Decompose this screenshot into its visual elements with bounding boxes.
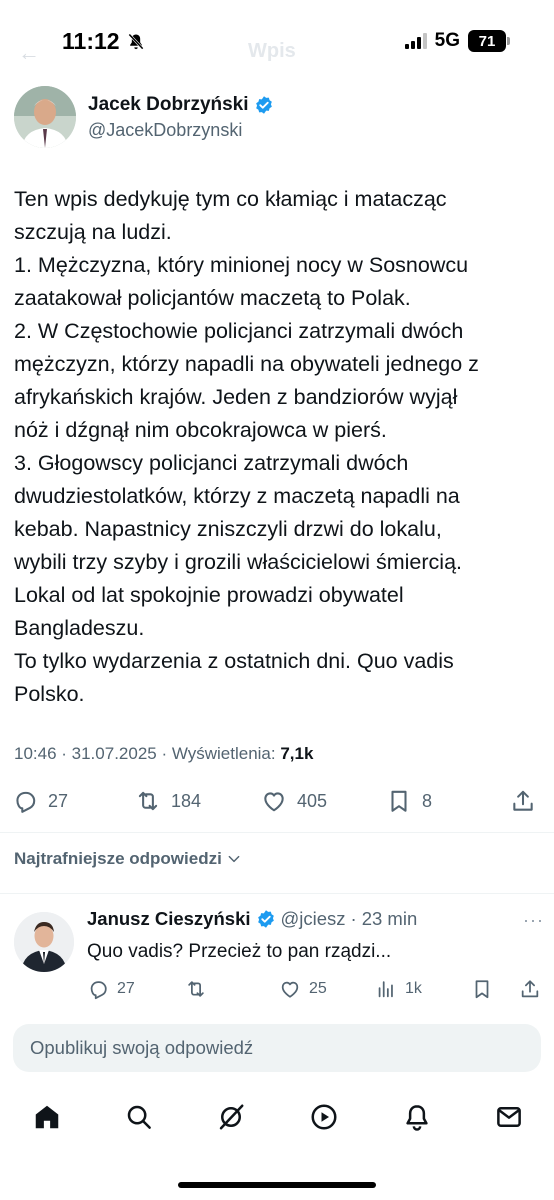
reply-button[interactable]: 27 — [12, 788, 68, 814]
like-icon — [264, 792, 284, 812]
notifications-icon — [406, 1105, 428, 1131]
bookmark-icon — [391, 790, 407, 812]
reply-reply-count: 27 — [117, 980, 135, 997]
author-handle[interactable]: @JacekDobrzynski — [88, 120, 274, 141]
reply-author-name[interactable]: Janusz Cieszyński — [87, 908, 251, 930]
video-icon — [311, 1104, 337, 1130]
author-name[interactable]: Jacek Dobrzyński — [88, 94, 249, 116]
replies-sort-label: Najtrafniejsze odpowiedzi — [14, 849, 222, 868]
reply-bookmark-button[interactable] — [471, 978, 493, 1000]
grok-icon — [219, 1104, 244, 1130]
search-icon — [127, 1105, 151, 1129]
more-options-icon[interactable]: ··· — [523, 910, 544, 931]
reply-count: 27 — [48, 790, 69, 811]
reply-reply-button[interactable]: 27 — [87, 978, 135, 1000]
reply-like-button[interactable]: 25 — [279, 978, 327, 1000]
divider — [0, 832, 554, 833]
post-author[interactable]: Jacek Dobrzyński @JacekDobrzynski — [14, 86, 274, 148]
reply-views-count: 1k — [405, 980, 422, 997]
reply-avatar[interactable] — [14, 912, 74, 972]
repost-count: 184 — [171, 790, 202, 811]
reply-time[interactable]: 23 min — [362, 908, 418, 930]
status-time-group: 11:12 — [62, 28, 146, 55]
post-actions: 27 184 405 8 — [0, 784, 554, 824]
reply-icon — [90, 981, 107, 1000]
home-icon — [35, 1105, 59, 1129]
reply-text: Quo vadis? Przecież to pan rządzi... — [87, 941, 392, 962]
network-type: 5G — [434, 30, 460, 51]
bookmark-count: 8 — [422, 790, 433, 811]
author-name-row: Jacek Dobrzyński — [88, 94, 274, 116]
replies-sort-dropdown[interactable]: Najtrafniejsze odpowiedzi — [14, 849, 242, 869]
verified-badge-icon — [257, 910, 274, 928]
reply-share-button[interactable] — [519, 978, 541, 1000]
back-arrow-icon[interactable]: ← — [18, 40, 40, 66]
status-bar: ← Wpis 11:12 5G 71 — [0, 0, 554, 84]
tab-grok[interactable] — [214, 1100, 248, 1134]
reply-author-handle[interactable]: @jciesz — [281, 908, 346, 930]
tab-search[interactable] — [122, 1100, 156, 1134]
like-count: 405 — [297, 790, 328, 811]
messages-icon — [497, 1107, 521, 1127]
share-icon — [513, 790, 533, 811]
post-timestamp[interactable]: 10:46 · 31.07.2025 · Wyświetlenia: — [14, 744, 280, 763]
signal-icon — [404, 33, 427, 49]
bookmark-button[interactable]: 8 — [386, 788, 432, 814]
post-views[interactable]: 7,1k — [280, 744, 313, 763]
tab-messages[interactable] — [492, 1100, 526, 1134]
status-indicators: 5G 71 — [404, 30, 510, 52]
bottom-tab-bar — [0, 1094, 554, 1140]
divider — [0, 893, 554, 894]
page-title-faded: Wpis — [248, 40, 296, 62]
home-indicator[interactable] — [178, 1182, 376, 1188]
verified-badge-icon — [255, 95, 272, 114]
reply-compose-input[interactable]: Opublikuj swoją odpowiedź — [13, 1024, 541, 1072]
like-icon — [281, 981, 299, 998]
share-button[interactable] — [510, 788, 536, 814]
like-button[interactable]: 405 — [261, 788, 327, 814]
reply-icon — [16, 791, 36, 813]
reply-like-count: 25 — [309, 980, 327, 997]
battery-icon: 71 — [468, 30, 510, 52]
post-meta: 10:46 · 31.07.2025 · Wyświetlenia: 7,1k — [14, 744, 313, 764]
chevron-down-icon — [228, 855, 240, 863]
reply-actions: 27 25 1k — [87, 976, 544, 1006]
bookmark-icon — [475, 980, 489, 999]
post-text: Ten wpis dedykuję tym co kłamiąc i matac… — [14, 187, 479, 706]
tab-video[interactable] — [307, 1100, 341, 1134]
reply-separator: · — [350, 908, 357, 929]
author-avatar[interactable] — [14, 86, 76, 148]
status-time: 11:12 — [62, 28, 120, 54]
bell-slash-icon — [127, 33, 144, 50]
compose-placeholder: Opublikuj swoją odpowiedź — [30, 1037, 254, 1058]
reply-header: Janusz Cieszyński @jciesz · 23 min — [87, 908, 417, 930]
tab-home[interactable] — [30, 1100, 64, 1134]
repost-button[interactable]: 184 — [135, 788, 201, 814]
repost-icon — [188, 981, 204, 997]
views-icon — [378, 981, 393, 998]
repost-icon — [138, 791, 158, 811]
share-icon — [521, 980, 539, 998]
tab-notifications[interactable] — [400, 1100, 434, 1134]
reply-repost-button[interactable] — [185, 978, 207, 1000]
reply-views-button[interactable]: 1k — [375, 978, 422, 1000]
battery-level: 71 — [478, 32, 496, 50]
